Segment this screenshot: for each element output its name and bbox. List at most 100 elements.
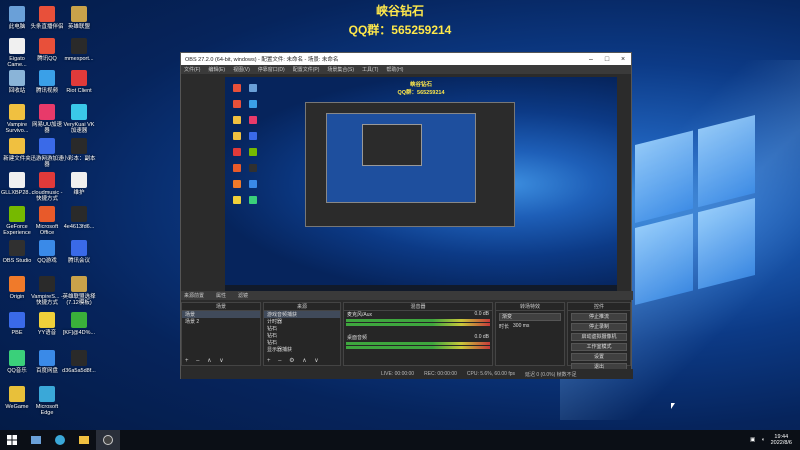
- desktop-icon[interactable]: 4e4613fd6...: [62, 206, 96, 230]
- menu-item[interactable]: 场景集合(S): [327, 66, 354, 73]
- stop-recording-button[interactable]: 停止录制: [571, 323, 627, 331]
- desktop-icon[interactable]: mmexport...: [62, 38, 96, 62]
- desktop-icon-label: GeForce Experience: [3, 224, 31, 236]
- desktop-icon[interactable]: 回收站: [0, 70, 34, 94]
- network-icon[interactable]: ▣: [750, 437, 755, 443]
- app-icon: [9, 312, 25, 328]
- mic-volume-slider[interactable]: [346, 323, 490, 326]
- desktop-icon[interactable]: QQ音乐: [0, 350, 34, 374]
- source-item[interactable]: 钻石: [264, 325, 340, 332]
- obs-window[interactable]: OBS 27.2.0 (64-bit, windows) - 配置文件: 未命名…: [180, 52, 633, 379]
- source-item[interactable]: 显示器捕获: [264, 346, 340, 353]
- desktop-icon[interactable]: 英雄联盟选择 (7.12模板): [62, 276, 96, 306]
- desktop-icon[interactable]: d36a5a5d8f...: [62, 350, 96, 374]
- settings-button[interactable]: 设置: [571, 353, 627, 361]
- desktop-icon[interactable]: 头条直播伴侣: [30, 6, 64, 30]
- app-icon: [9, 138, 25, 154]
- scene-item[interactable]: 场景 2: [182, 318, 260, 325]
- edge-icon[interactable]: [48, 430, 72, 450]
- desktop-volume-slider[interactable]: [346, 346, 490, 349]
- nested-desktop: [326, 113, 476, 203]
- desktop-icon[interactable]: 腾讯视频: [30, 70, 64, 94]
- app-icon: [9, 350, 25, 366]
- desktop-icon[interactable]: VampireS... - 快捷方式: [30, 276, 64, 306]
- app-icon: [39, 6, 55, 22]
- desktop-icon[interactable]: Eigato Came...: [0, 38, 34, 68]
- menu-item[interactable]: 视图(V): [233, 66, 250, 73]
- volume-icon[interactable]: ◖: [761, 437, 764, 443]
- preview-overlay-qq: QQ群：565259214: [397, 90, 445, 96]
- desktop-icon[interactable]: Microsoft Edge: [30, 386, 64, 416]
- menu-item[interactable]: 停靠窗口(D): [258, 66, 285, 73]
- source-item[interactable]: 钻石: [264, 339, 340, 346]
- desktop-icon[interactable]: WeGame: [0, 386, 34, 410]
- desktop-icon[interactable]: 腾讯QQ: [30, 38, 64, 62]
- desktop-icon[interactable]: Vampire Survivo...: [0, 104, 34, 134]
- sources-toolbar[interactable]: + – ⚙ ∧ ∨: [264, 357, 340, 365]
- clock[interactable]: 19:44 2022/8/6: [771, 434, 792, 446]
- system-tray[interactable]: ▣ ◖ 19:44 2022/8/6: [750, 434, 800, 446]
- obs-title-bar[interactable]: OBS 27.2.0 (64-bit, windows) - 配置文件: 未命名…: [181, 53, 631, 65]
- desktop-icon[interactable]: VeryKuai VK加速器: [62, 104, 96, 134]
- desktop-icon-label: Microsoft Office: [35, 224, 59, 236]
- desktop-icon[interactable]: 百度网盘: [30, 350, 64, 374]
- source-item[interactable]: 游戏音频捕获: [264, 311, 340, 318]
- transition-type-select[interactable]: 渐变: [499, 313, 561, 321]
- app-icon: [39, 276, 55, 292]
- desktop-icon-label: 头条直播伴侣: [30, 24, 64, 30]
- obs-preview[interactable]: 峡谷钻石 QQ群：565259214: [225, 77, 617, 291]
- desktop-icon[interactable]: 英雄联盟: [62, 6, 96, 30]
- desktop-icon[interactable]: 小彩本：副本: [62, 138, 96, 162]
- desktop-icon[interactable]: Riot Client: [62, 70, 96, 94]
- desktop-icon-label: PBE: [11, 330, 23, 336]
- controls-panel: 控件 停止推流 停止录制 启动虚拟摄像机 工作室模式 设置 退出: [567, 302, 631, 371]
- desktop-icon[interactable]: 此电脑: [0, 6, 34, 30]
- maximize-icon[interactable]: □: [599, 56, 615, 63]
- taskbar: ▣ ◖ 19:44 2022/8/6: [0, 430, 800, 450]
- scenes-panel: 场景 场景 场景 2 + – ∧ ∨: [181, 302, 261, 366]
- dock-header-item[interactable]: 滤镜: [238, 292, 248, 299]
- source-item[interactable]: 钻石: [264, 332, 340, 339]
- menu-item[interactable]: 编辑(E): [208, 66, 225, 73]
- obs-taskbar-icon[interactable]: [96, 430, 120, 450]
- minimize-icon[interactable]: –: [583, 56, 599, 63]
- folder-icon[interactable]: [72, 430, 96, 450]
- virtual-camera-button[interactable]: 启动虚拟摄像机: [571, 333, 627, 341]
- source-item[interactable]: 计时器: [264, 318, 340, 325]
- app-icon: [71, 206, 87, 222]
- dock-header-item[interactable]: 属性: [216, 292, 226, 299]
- desktop-icon[interactable]: YY语音: [30, 312, 64, 336]
- desktop-icon[interactable]: QQ游戏: [30, 240, 64, 264]
- studio-mode-button[interactable]: 工作室模式: [571, 343, 627, 351]
- desktop-icon[interactable]: OBS Studio: [0, 240, 34, 264]
- stop-streaming-button[interactable]: 停止推流: [571, 313, 627, 321]
- desktop-icon[interactable]: 新建文件夹: [0, 138, 34, 162]
- overlay-title: 峡谷钻石: [375, 4, 424, 18]
- start-icon[interactable]: [0, 430, 24, 450]
- desktop-icon[interactable]: [KF]@4D%...: [62, 312, 96, 336]
- desktop-icon[interactable]: Origin: [0, 276, 34, 300]
- app-icon: [39, 172, 55, 188]
- file-explorer-icon[interactable]: [24, 430, 48, 450]
- duration-input[interactable]: 300 ms: [513, 323, 529, 330]
- menu-item[interactable]: 配置文件(P): [293, 66, 320, 73]
- app-icon: [71, 38, 87, 54]
- windows-wallpaper-logo: [635, 115, 755, 305]
- menu-item[interactable]: 工具(T): [362, 66, 378, 73]
- desktop-icon[interactable]: 网易UU加速器: [30, 104, 64, 134]
- close-icon[interactable]: ×: [615, 56, 631, 63]
- desktop-icon[interactable]: 腾讯会议: [62, 240, 96, 264]
- menu-item[interactable]: 帮助(H): [386, 66, 403, 73]
- scenes-toolbar[interactable]: + – ∧ ∨: [182, 357, 260, 365]
- desktop-icon[interactable]: 迅游网游加速器: [30, 138, 64, 168]
- desktop-icon[interactable]: GeForce Experience: [0, 206, 34, 236]
- desktop-icon[interactable]: Microsoft Office: [30, 206, 64, 236]
- desktop-icon[interactable]: GLLXBP28...: [0, 172, 34, 196]
- desktop-icon[interactable]: PBE: [0, 312, 34, 336]
- desktop-icon[interactable]: 维护: [62, 172, 96, 196]
- scene-item[interactable]: 场景: [182, 311, 260, 318]
- menu-item[interactable]: 文件(F): [184, 66, 200, 73]
- sources-title: 来源: [264, 303, 340, 311]
- desktop-icon[interactable]: cloudmusic - 快捷方式: [30, 172, 64, 202]
- desktop-icon-label: YY语音: [37, 330, 57, 336]
